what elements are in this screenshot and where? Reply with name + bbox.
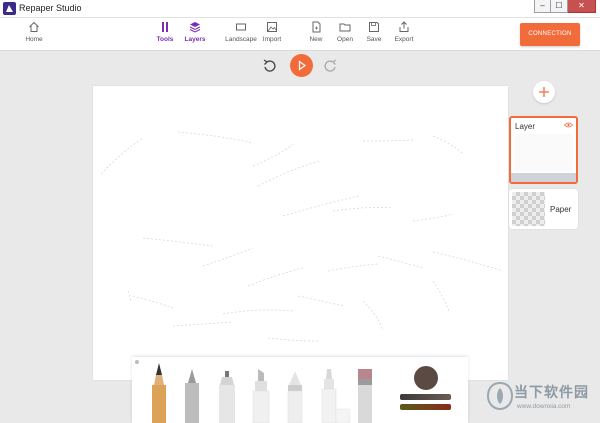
- new-file-icon: [312, 21, 321, 33]
- main-toolbar: Home Tools Layers Landscape Import New O…: [0, 18, 600, 51]
- save-icon: [369, 22, 379, 32]
- plus-icon: [539, 87, 549, 97]
- home-button[interactable]: Home: [18, 21, 50, 43]
- close-button[interactable]: ✕: [568, 0, 596, 13]
- highlighter-tool-icon[interactable]: [251, 367, 271, 423]
- add-layer-button[interactable]: [533, 81, 555, 103]
- image-icon: [267, 22, 277, 32]
- landscape-label: Landscape: [225, 36, 257, 43]
- landscape-icon: [236, 23, 246, 31]
- eye-icon[interactable]: [564, 122, 573, 128]
- window-title-bar: Repaper Studio – ☐ ✕: [0, 0, 600, 18]
- brush-tool-icon[interactable]: [319, 367, 351, 423]
- pencil-tool-icon[interactable]: [150, 361, 168, 423]
- tools-icon: [162, 22, 168, 32]
- pen-tool-icon[interactable]: [217, 369, 237, 423]
- export-button[interactable]: Export: [388, 21, 420, 43]
- layers-icon: [189, 22, 201, 33]
- marker-tool-icon[interactable]: [183, 367, 201, 423]
- open-label: Open: [337, 36, 353, 43]
- current-color-swatch[interactable]: [414, 366, 438, 390]
- home-icon: [29, 21, 39, 32]
- tools-label: Tools: [156, 36, 174, 43]
- open-button[interactable]: Open: [329, 21, 361, 43]
- layer-thumbnail: [514, 134, 573, 172]
- export-icon: [399, 21, 409, 32]
- home-label: Home: [25, 36, 43, 43]
- window-title: Repaper Studio: [19, 3, 82, 13]
- paper-name: Paper: [550, 205, 572, 214]
- folder-icon: [339, 23, 351, 32]
- layers-label: Layers: [184, 36, 206, 43]
- layer-item-layer[interactable]: Layer: [509, 116, 578, 184]
- brush-size-slider[interactable]: [400, 394, 451, 400]
- connection-button[interactable]: CONNECTION: [520, 23, 580, 46]
- layer-item-paper[interactable]: Paper: [509, 189, 578, 229]
- tool-tray: [132, 357, 468, 423]
- new-label: New: [309, 36, 323, 43]
- opacity-slider[interactable]: [400, 404, 451, 410]
- export-label: Export: [394, 36, 414, 43]
- minimize-button[interactable]: –: [534, 0, 551, 13]
- app-logo-icon: [3, 2, 16, 15]
- drawing-canvas[interactable]: [93, 86, 508, 380]
- layer-footer-bar: [511, 173, 576, 182]
- crayon-tool-icon[interactable]: [285, 369, 305, 423]
- import-label: Import: [262, 36, 282, 43]
- play-icon: [298, 60, 307, 71]
- tools-tab[interactable]: Tools: [149, 21, 181, 43]
- new-button[interactable]: New: [300, 21, 332, 43]
- play-button[interactable]: [290, 54, 313, 77]
- watermark-url: www.downxia.com: [517, 403, 571, 410]
- canvas-strokes: [100, 131, 504, 342]
- watermark-logo-icon: [487, 382, 513, 410]
- import-button[interactable]: Import: [256, 21, 288, 43]
- landscape-button[interactable]: Landscape: [225, 21, 257, 43]
- window-controls: – ☐ ✕: [534, 0, 596, 14]
- eraser-tool-icon[interactable]: [355, 367, 375, 423]
- playback-controls: [262, 54, 342, 78]
- layers-tab[interactable]: Layers: [179, 21, 211, 43]
- paper-thumbnail: [512, 192, 545, 226]
- redo-icon[interactable]: [322, 58, 338, 74]
- layer-name: Layer: [515, 122, 536, 131]
- watermark-text: 当下软件园: [514, 384, 589, 400]
- tray-handle[interactable]: [135, 360, 139, 364]
- maximize-button[interactable]: ☐: [551, 0, 568, 13]
- save-label: Save: [366, 36, 382, 43]
- undo-icon[interactable]: [262, 58, 278, 74]
- watermark: 当下软件园 www.downxia.com: [487, 381, 597, 421]
- save-button[interactable]: Save: [358, 21, 390, 43]
